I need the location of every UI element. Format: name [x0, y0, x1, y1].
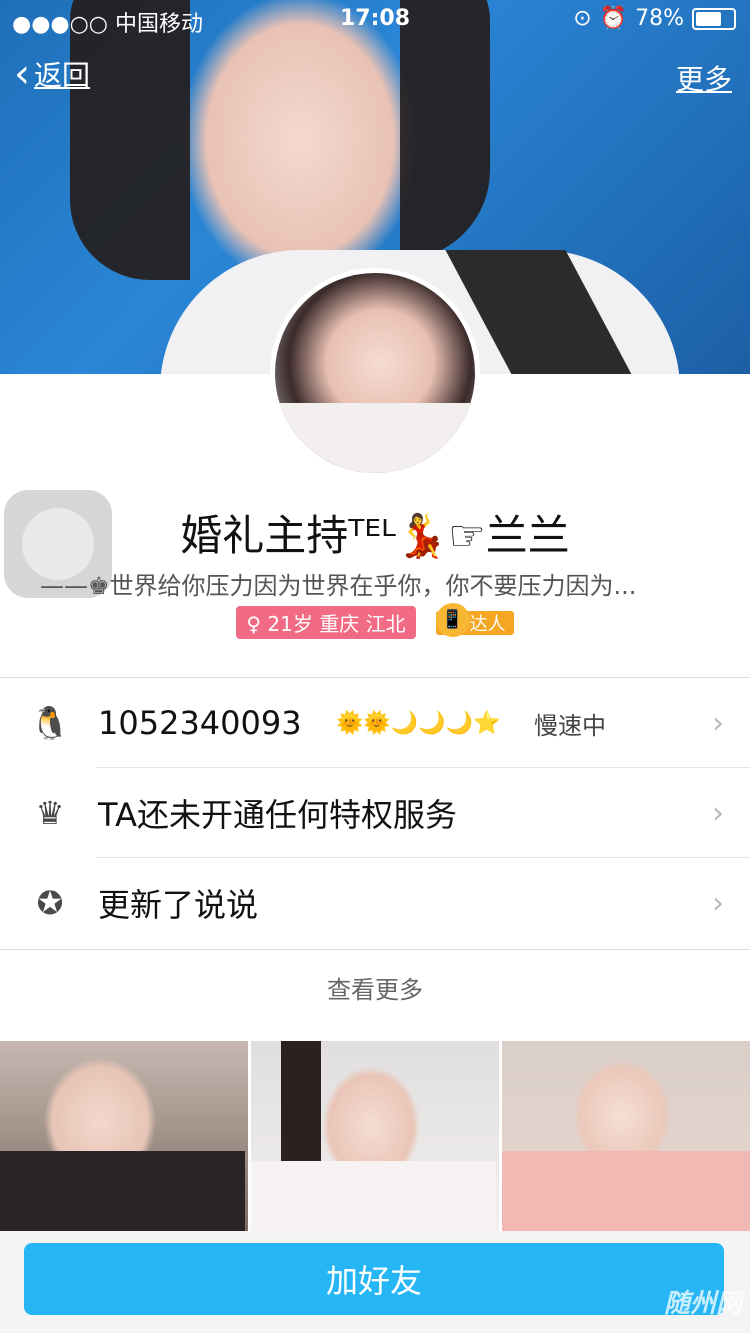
avatar[interactable]: [270, 268, 480, 478]
orientation-lock-icon: ⊙: [573, 6, 592, 31]
speed-status: 慢速中: [534, 711, 606, 740]
qq-number-row[interactable]: 🐧 1052340093 🌞🌞🌙🌙🌙⭐ 慢速中 ›: [0, 678, 750, 768]
qzone-text: 更新了说说: [98, 886, 259, 924]
photo-thumbnail[interactable]: [0, 1041, 248, 1231]
photo-thumbnail[interactable]: [251, 1041, 499, 1231]
chevron-left-icon: ‹: [14, 51, 30, 97]
chevron-right-icon: ›: [712, 795, 724, 831]
female-icon: ♀: [246, 612, 268, 636]
qzone-row[interactable]: ✪ 更新了说说 ›: [0, 858, 750, 948]
back-label: 返回: [34, 59, 91, 92]
profile-name: 婚礼主持ᵀᴱᴸ💃☞兰兰: [180, 511, 570, 560]
battery-percent: 78%: [635, 6, 684, 31]
photo-clothing: [0, 1151, 245, 1231]
profile-badges: ♀ 21岁 重庆 江北 📱 达人: [0, 602, 750, 639]
alarm-icon: ⏰: [599, 6, 628, 31]
info-badge-text: 21岁 重庆 江北: [267, 612, 406, 636]
status-bar: ●●●○○ 中国移动 17:08 ⊙ ⏰ 78%: [0, 0, 750, 40]
photo-thumbnail[interactable]: [502, 1041, 750, 1231]
qzone-star-icon: ✪: [36, 884, 64, 922]
see-more-link[interactable]: 查看更多: [0, 950, 750, 1040]
level-icons: 🌞🌞🌙🌙🌙⭐: [336, 710, 501, 736]
penguin-icon: 🐧: [30, 704, 70, 742]
photo-clothing: [502, 1151, 750, 1231]
chevron-right-icon: ›: [712, 885, 724, 921]
qq-number: 1052340093: [98, 704, 302, 742]
back-button[interactable]: ‹ 返回: [14, 54, 90, 94]
winged-phone-icon: 📱: [435, 602, 470, 637]
expert-badge-text: 达人: [469, 613, 506, 635]
chevron-right-icon: ›: [712, 705, 724, 741]
photo-strip: [0, 1041, 750, 1231]
battery-icon: [692, 7, 736, 30]
cover-hair-left: [70, 0, 190, 280]
info-badge: ♀ 21岁 重庆 江北: [236, 606, 416, 639]
battery-fill: [696, 11, 721, 26]
status-right: ⊙ ⏰ 78%: [573, 6, 736, 31]
photo-clothing: [251, 1161, 496, 1231]
watermark-logo: 随州网: [663, 1289, 742, 1319]
privilege-row[interactable]: ♛ TA还未开通任何特权服务 ›: [0, 768, 750, 858]
crown-icon: ♛: [35, 794, 65, 832]
profile-signature[interactable]: ——♚世界给你压力因为世界在乎你，你不要压力因为...: [40, 566, 710, 601]
bottom-bar: 加好友 随州网: [0, 1231, 750, 1333]
expert-badge[interactable]: 📱 达人: [435, 602, 514, 637]
avatar-fur-collar: [275, 403, 475, 473]
more-button[interactable]: 更多: [676, 58, 732, 98]
add-friend-button[interactable]: 加好友: [24, 1243, 724, 1315]
privilege-text: TA还未开通任何特权服务: [98, 796, 457, 834]
